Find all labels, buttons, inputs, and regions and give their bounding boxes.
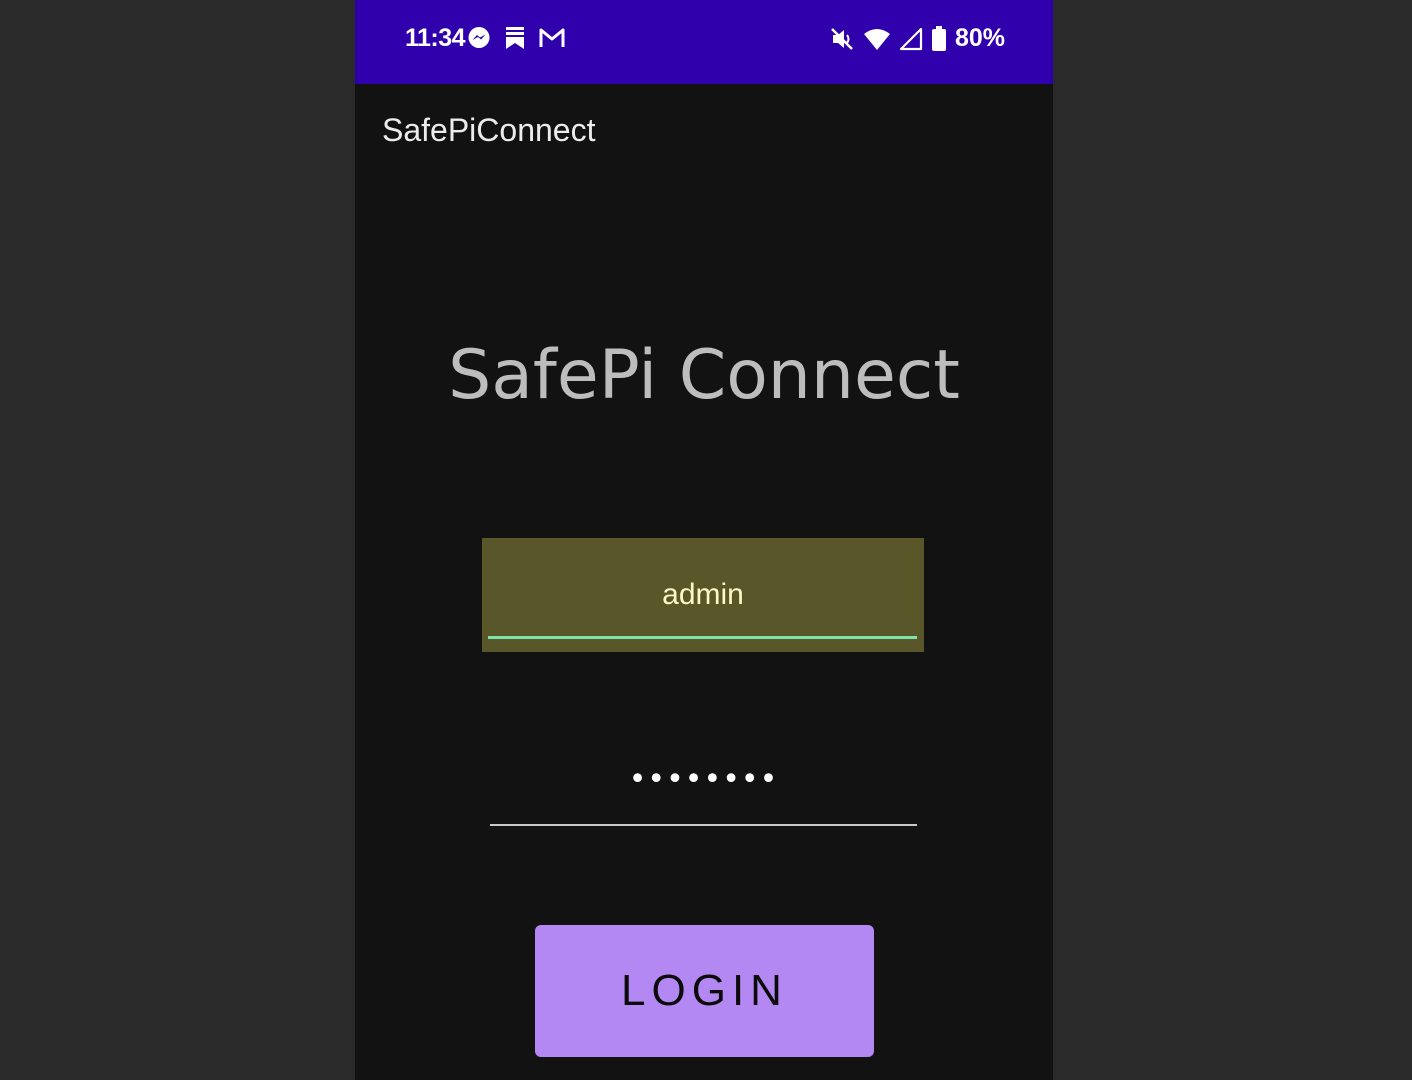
password-input[interactable]: •••••••• — [490, 762, 917, 797]
system-status: 80% — [829, 24, 1005, 53]
mute-icon — [829, 26, 855, 52]
bookmark-icon — [503, 26, 527, 50]
notification-icons — [467, 26, 565, 50]
app-bar-title: SafePiConnect — [382, 112, 596, 148]
login-button[interactable]: LOGIN — [535, 925, 874, 1057]
page-title: SafePi Connect — [448, 336, 960, 415]
messenger-icon — [467, 26, 491, 50]
gmail-icon — [539, 27, 565, 49]
username-field[interactable]: admin — [482, 538, 924, 652]
phone-screen: 11:34 80% SafePiConnect SafePi Connect a… — [355, 0, 1053, 1080]
status-bar: 11:34 80% — [355, 0, 1053, 84]
battery-icon — [931, 25, 947, 52]
signal-icon — [899, 27, 923, 51]
status-time: 11:34 — [405, 24, 466, 52]
password-field[interactable]: •••••••• — [490, 740, 917, 828]
username-input[interactable]: admin — [482, 578, 924, 612]
battery-percent: 80% — [954, 24, 1005, 52]
wifi-icon — [863, 27, 891, 51]
username-underline — [488, 636, 917, 639]
password-underline — [490, 824, 917, 826]
